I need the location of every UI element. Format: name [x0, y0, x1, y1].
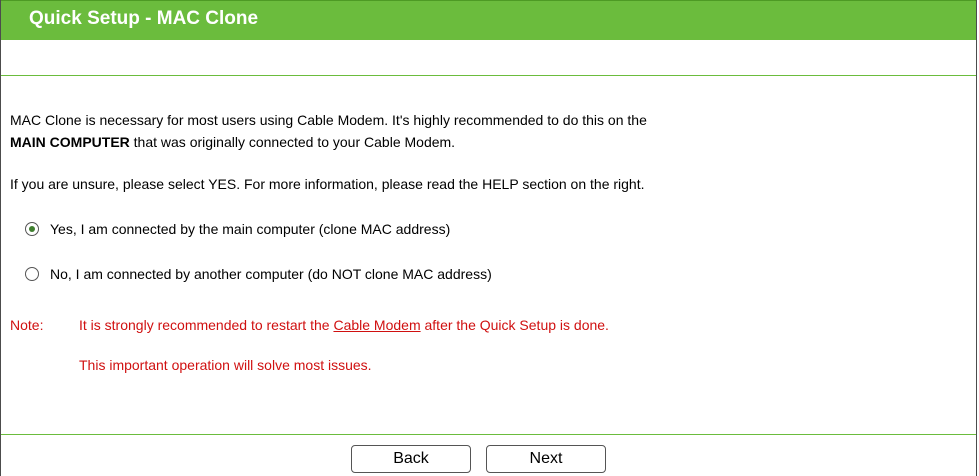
page-title: Quick Setup - MAC Clone — [29, 8, 259, 29]
intro-line-2: MAIN COMPUTER that was originally connec… — [10, 132, 455, 152]
radio-option-yes[interactable]: Yes, I am connected by the main computer… — [25, 219, 450, 239]
next-button[interactable]: Next — [486, 445, 606, 473]
note-label: Note: — [10, 317, 44, 333]
intro-line-1: MAC Clone is necessary for most users us… — [10, 112, 647, 128]
intro-line-3: If you are unsure, please select YES. Fo… — [10, 176, 645, 192]
radio-yes-label: Yes, I am connected by the main computer… — [50, 221, 451, 237]
radio-yes-button[interactable] — [25, 222, 39, 236]
cable-modem-link[interactable]: Cable Modem — [333, 317, 420, 333]
main-computer-emphasis: MAIN COMPUTER — [10, 134, 130, 150]
mac-clone-panel: Quick Setup - MAC Clone MAC Clone is nec… — [0, 0, 977, 476]
divider-top — [1, 75, 976, 76]
title-bar: Quick Setup - MAC Clone — [1, 0, 976, 40]
note-text-before: It is strongly recommended to restart th… — [79, 317, 334, 333]
radio-no-label: No, I am connected by another computer (… — [50, 266, 492, 282]
intro-line-2-rest: that was originally connected to your Ca… — [129, 134, 456, 150]
divider-bottom — [1, 434, 976, 435]
radio-no-button[interactable] — [25, 267, 39, 281]
note-text: It is strongly recommended to restart th… — [79, 315, 609, 335]
note-text-after: after the Quick Setup is done. — [420, 317, 609, 333]
back-button[interactable]: Back — [351, 445, 471, 473]
note-line-2: This important operation will solve most… — [79, 357, 372, 373]
radio-option-no[interactable]: No, I am connected by another computer (… — [25, 264, 492, 284]
